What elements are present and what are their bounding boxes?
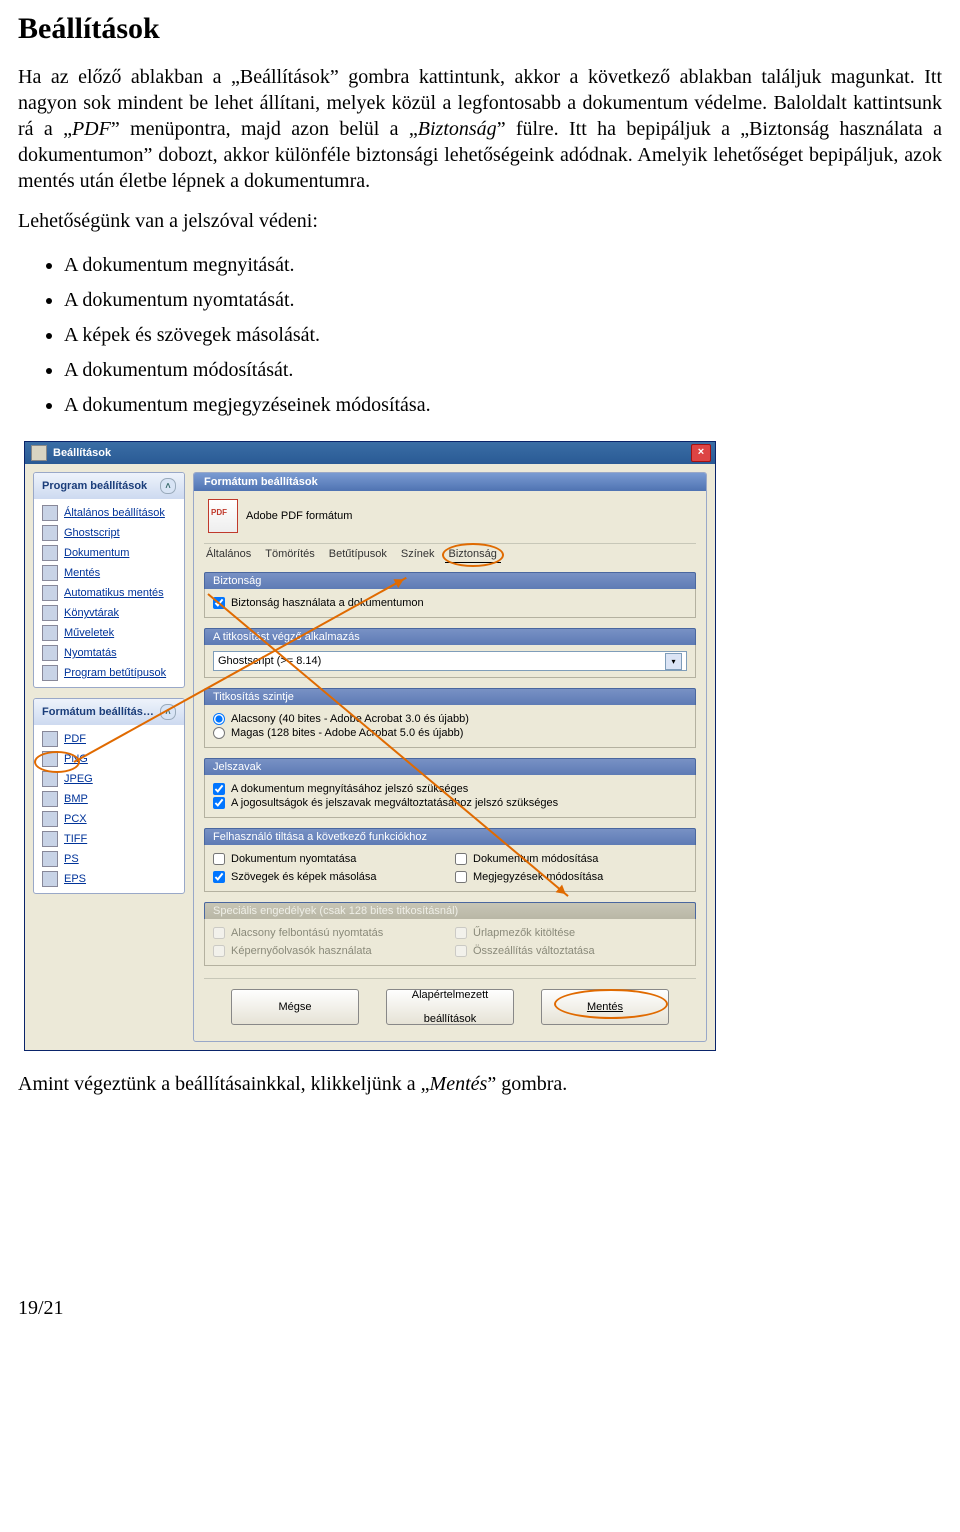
panel-header-format[interactable]: Formátum beállítás… ˄ xyxy=(34,699,184,725)
list-item: A képek és szövegek másolását. xyxy=(64,318,942,353)
folder-icon xyxy=(42,605,58,621)
save-button[interactable]: Mentés xyxy=(541,989,669,1025)
paragraph-lead: Lehetőségünk van a jelszóval védeni: xyxy=(18,208,942,234)
sidebar-item-print[interactable]: Nyomtatás xyxy=(38,643,180,663)
sidebar-item-bmp[interactable]: BMP xyxy=(38,789,180,809)
list-item: A dokumentum módosítását. xyxy=(64,353,942,388)
sidebar-item-png[interactable]: PNG xyxy=(38,749,180,769)
tab-colors[interactable]: Színek xyxy=(401,548,435,562)
tiff-icon xyxy=(42,831,58,847)
group-special-title: Speciális engedélyek (csak 128 bites tit… xyxy=(204,902,696,919)
chevron-up-icon: ˄ xyxy=(160,478,176,494)
page-icon xyxy=(42,505,58,521)
sidebar-item-actions[interactable]: Műveletek xyxy=(38,623,180,643)
tabs: Általános Tömörítés Betűtípusok Színek B… xyxy=(204,543,696,562)
checkbox-disable-modify[interactable]: Dokumentum módosítása xyxy=(455,853,687,865)
list-item: A dokumentum nyomtatását. xyxy=(64,283,942,318)
panel-header-program[interactable]: Program beállítások ˄ xyxy=(34,473,184,499)
doc-icon xyxy=(42,545,58,561)
paragraph-outro: Amint végeztünk a beállításainkkal, klik… xyxy=(18,1071,942,1097)
paragraph-intro: Ha az előző ablakban a „Beállítások” gom… xyxy=(18,64,942,194)
disk-icon xyxy=(42,565,58,581)
sidebar-item-eps[interactable]: EPS xyxy=(38,869,180,889)
ghost-icon xyxy=(42,525,58,541)
font-icon xyxy=(42,665,58,681)
bullet-list: A dokumentum megnyitását. A dokumentum n… xyxy=(64,248,942,423)
checkbox-disable-print[interactable]: Dokumentum nyomtatása xyxy=(213,853,445,865)
checkbox-use-security[interactable]: Biztonság használata a dokumentumon xyxy=(213,597,687,609)
disk-auto-icon xyxy=(42,585,58,601)
radio-high[interactable]: Magas (128 bites - Adobe Acrobat 5.0 és … xyxy=(213,727,687,739)
tab-security[interactable]: Biztonság xyxy=(449,548,497,562)
app-icon xyxy=(31,445,47,461)
sidebar-item-document[interactable]: Dokumentum xyxy=(38,543,180,563)
tab-compression[interactable]: Tömörítés xyxy=(265,548,315,562)
sidebar-item-tiff[interactable]: TIFF xyxy=(38,829,180,849)
sidebar-item-pcx[interactable]: PCX xyxy=(38,809,180,829)
group-encrypt-app-title: A titkosítást végző alkalmazás xyxy=(204,628,696,645)
defaults-button[interactable]: Alapértelmezettbeállítások xyxy=(386,989,514,1025)
page-number: 19/21 xyxy=(18,1297,942,1320)
group-disable-title: Felhasználó tiltása a következő funkciók… xyxy=(204,828,696,845)
tab-fonts[interactable]: Betűtípusok xyxy=(329,548,387,562)
chevron-up-icon: ˄ xyxy=(160,704,176,720)
jpeg-icon xyxy=(42,771,58,787)
sidebar-item-ghostscript[interactable]: Ghostscript xyxy=(38,523,180,543)
cancel-button[interactable]: Mégse xyxy=(231,989,359,1025)
format-label: Adobe PDF formátum xyxy=(246,510,352,522)
settings-dialog: Beállítások × Program beállítások ˄ Álta… xyxy=(24,441,716,1051)
list-item: A dokumentum megjegyzéseinek módosítása. xyxy=(64,388,942,423)
sidebar-item-ps[interactable]: PS xyxy=(38,849,180,869)
checkbox-special-screenreader: Képernyőolvasók használata xyxy=(213,945,445,957)
sidebar-item-fonts[interactable]: Program betűtípusok xyxy=(38,663,180,683)
dropdown-ghostscript[interactable]: Ghostscript (>= 8.14) ▾ xyxy=(213,651,687,671)
tab-general[interactable]: Általános xyxy=(206,548,251,562)
chevron-down-icon: ▾ xyxy=(665,653,682,670)
list-item: A dokumentum megnyitását. xyxy=(64,248,942,283)
close-icon[interactable]: × xyxy=(691,444,711,462)
group-passwords-title: Jelszavak xyxy=(204,758,696,775)
checkbox-pw-open[interactable]: A dokumentum megnyításához jelszó szüksé… xyxy=(213,783,687,795)
gear-icon xyxy=(42,625,58,641)
eps-icon xyxy=(42,871,58,887)
page-title: Beállítások xyxy=(18,12,942,46)
pdf-icon xyxy=(42,731,58,747)
checkbox-disable-comments[interactable]: Megjegyzések módosítása xyxy=(455,871,687,883)
sidebar-item-save[interactable]: Mentés xyxy=(38,563,180,583)
content-section-title: Formátum beállítások xyxy=(194,473,706,491)
checkbox-disable-copy[interactable]: Szövegek és képek másolása xyxy=(213,871,445,883)
checkbox-special-form: Űrlapmezők kitöltése xyxy=(455,927,687,939)
bmp-icon xyxy=(42,791,58,807)
group-enc-level-title: Titkosítás szintje xyxy=(204,688,696,705)
sidebar-item-jpeg[interactable]: JPEG xyxy=(38,769,180,789)
sidebar-item-pdf[interactable]: PDF xyxy=(38,729,180,749)
png-icon xyxy=(42,751,58,767)
checkbox-special-assembly: Összeállítás változtatása xyxy=(455,945,687,957)
pcx-icon xyxy=(42,811,58,827)
pdf-file-icon xyxy=(208,499,238,533)
group-security-title: Biztonság xyxy=(204,572,696,589)
checkbox-special-lowres: Alacsony felbontású nyomtatás xyxy=(213,927,445,939)
sidebar-item-folders[interactable]: Könyvtárak xyxy=(38,603,180,623)
sidebar-item-general[interactable]: Általános beállítások xyxy=(38,503,180,523)
sidebar-item-autosave[interactable]: Automatikus mentés xyxy=(38,583,180,603)
checkbox-pw-perm[interactable]: A jogosultságok és jelszavak megváltozta… xyxy=(213,797,687,809)
radio-low[interactable]: Alacsony (40 bites - Adobe Acrobat 3.0 é… xyxy=(213,713,687,725)
printer-icon xyxy=(42,645,58,661)
titlebar[interactable]: Beállítások × xyxy=(25,442,715,464)
ps-icon xyxy=(42,851,58,867)
window-title: Beállítások xyxy=(53,447,111,459)
